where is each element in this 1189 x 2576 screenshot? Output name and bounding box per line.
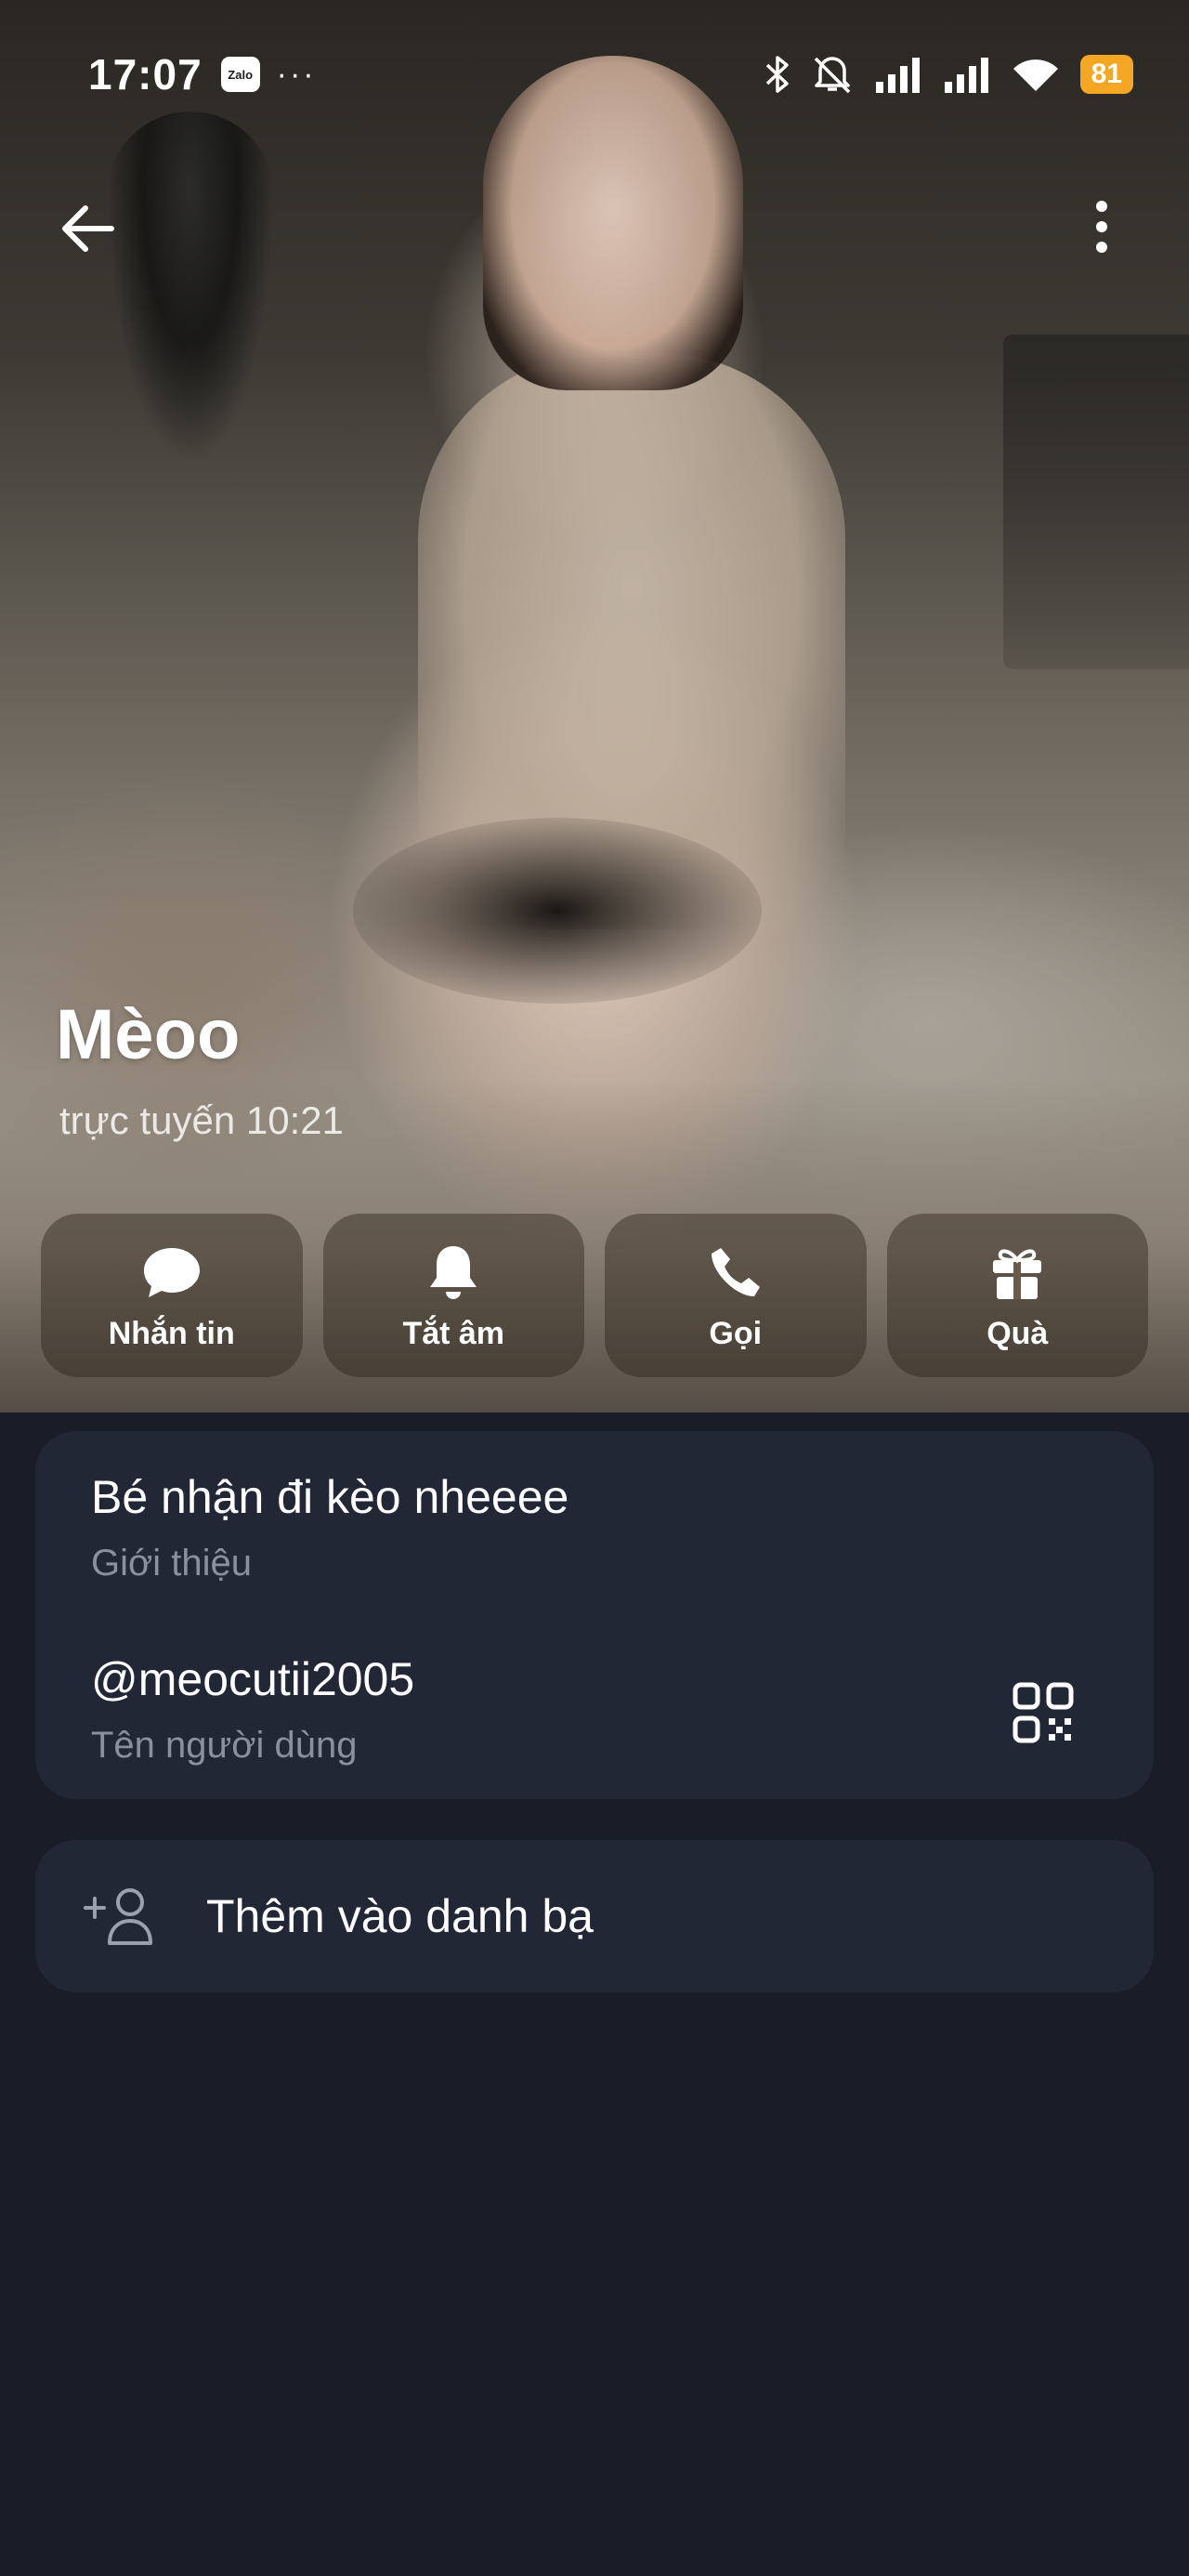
bio-text: Bé nhận đi kèo nheeee <box>91 1471 569 1523</box>
phone-icon <box>708 1240 764 1305</box>
back-button[interactable] <box>54 195 121 262</box>
gift-button[interactable]: Quà <box>886 1214 1148 1377</box>
call-button-label: Gọi <box>709 1315 763 1351</box>
profile-status: trực tuyến 10:21 <box>59 1098 344 1142</box>
qr-code-icon <box>1013 1682 1074 1743</box>
mute-button-label: Tắt âm <box>402 1315 505 1351</box>
bio-caption: Giới thiệu <box>91 1543 252 1584</box>
more-notifications-icon: ··· <box>276 56 317 92</box>
qr-code-button[interactable] <box>1001 1671 1085 1755</box>
status-bar: 17:07 Zalo ··· 81 <box>0 0 1189 149</box>
arrow-left-icon <box>62 205 114 252</box>
gift-button-label: Quà <box>986 1315 1049 1351</box>
username-text: @meocutii2005 <box>91 1653 415 1705</box>
status-icons: 81 <box>764 54 1133 95</box>
zalo-notification-icon: Zalo <box>220 57 260 92</box>
profile-cover-photo[interactable] <box>0 0 1189 1413</box>
chat-bubble-icon <box>141 1240 203 1305</box>
call-button[interactable]: Gọi <box>605 1214 867 1377</box>
add-to-contacts-button[interactable]: Thêm vào danh bạ <box>35 1840 1154 1992</box>
username-caption: Tên người dùng <box>91 1725 358 1766</box>
message-button[interactable]: Nhắn tin <box>41 1214 303 1377</box>
profile-name: Mèoo <box>56 995 241 1074</box>
mute-button[interactable]: Tắt âm <box>322 1214 584 1377</box>
status-time: 17:07 <box>88 50 203 99</box>
profile-actions: Nhắn tin Tắt âm Gọi Quà <box>41 1214 1148 1377</box>
bio-row[interactable]: Bé nhận đi kèo nheeee Giới thiệu <box>91 1470 568 1584</box>
add-to-contacts-label: Thêm vào danh bạ <box>206 1890 594 1942</box>
more-options-button[interactable] <box>1068 193 1135 260</box>
profile-info-card: Bé nhận đi kèo nheeee Giới thiệu @meocut… <box>35 1431 1154 1799</box>
wifi-icon <box>1012 56 1060 93</box>
bell-icon <box>427 1240 479 1305</box>
mute-icon <box>811 54 854 95</box>
photo-person-skirt <box>353 818 762 1004</box>
photo-fan <box>107 112 274 465</box>
add-person-icon <box>84 1886 167 1947</box>
message-button-label: Nhắn tin <box>108 1315 235 1351</box>
battery-indicator: 81 <box>1079 55 1133 94</box>
signal-2-icon <box>943 56 991 93</box>
bluetooth-icon <box>764 54 790 95</box>
photo-chair <box>1003 335 1189 669</box>
username-row[interactable]: @meocutii2005 Tên người dùng <box>91 1652 414 1767</box>
signal-1-icon <box>874 56 922 93</box>
more-vertical-icon <box>1096 201 1107 253</box>
gift-icon <box>989 1240 1045 1305</box>
